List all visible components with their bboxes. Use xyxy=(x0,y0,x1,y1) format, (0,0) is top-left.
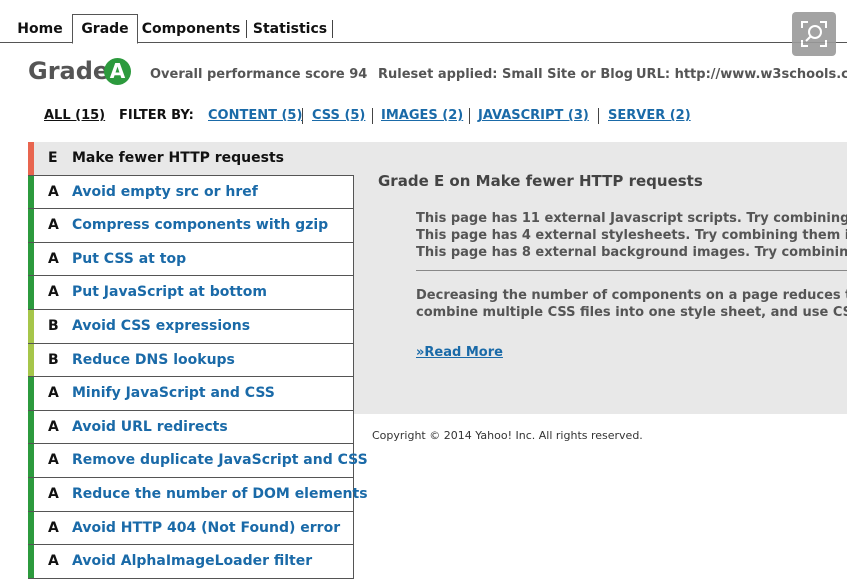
read-more-link[interactable]: »Read More xyxy=(416,345,503,360)
rule-row[interactable]: A Avoid HTTP 404 (Not Found) error xyxy=(28,511,354,546)
filter-images[interactable]: IMAGES (2) xyxy=(381,108,463,123)
tab-statistics[interactable]: Statistics xyxy=(250,15,330,43)
rule-row[interactable]: A Avoid URL redirects xyxy=(28,410,354,445)
rule-grade: B xyxy=(48,351,59,368)
rule-title[interactable]: Put CSS at top xyxy=(72,251,186,267)
rule-title[interactable]: Reduce DNS lookups xyxy=(72,352,235,368)
filter-by-label: FILTER BY: xyxy=(119,108,194,123)
tab-separator xyxy=(332,20,333,38)
rule-title[interactable]: Put JavaScript at bottom xyxy=(72,284,267,300)
filter-content[interactable]: CONTENT (5) xyxy=(208,108,302,123)
tab-components[interactable]: Components xyxy=(139,15,243,43)
grade-heading: Grade xyxy=(28,57,110,85)
grade-indicator-bar xyxy=(28,343,34,377)
rule-title[interactable]: Avoid empty src or href xyxy=(72,184,258,200)
rule-grade: A xyxy=(48,217,59,234)
grade-indicator-bar xyxy=(28,444,34,477)
grade-indicator-bar xyxy=(28,545,34,578)
rule-title[interactable]: Avoid HTTP 404 (Not Found) error xyxy=(72,520,340,536)
rule-grade: A xyxy=(48,250,59,267)
overall-score: Overall performance score 94 xyxy=(150,67,368,82)
rule-detail-title: Grade E on Make fewer HTTP requests xyxy=(378,172,703,190)
detail-line: This page has 11 external Javascript scr… xyxy=(416,211,847,226)
detail-description: Decreasing the number of components on a… xyxy=(416,288,847,303)
rule-row[interactable]: A Remove duplicate JavaScript and CSS xyxy=(28,444,368,478)
rule-row[interactable]: A Avoid AlphaImageLoader filter xyxy=(28,545,354,579)
grade-indicator-bar xyxy=(28,377,34,410)
rule-row[interactable]: B Reduce DNS lookups xyxy=(28,343,354,378)
tab-home[interactable]: Home xyxy=(10,15,70,43)
detail-divider xyxy=(416,270,847,271)
rule-row[interactable]: A Put JavaScript at bottom xyxy=(28,276,354,310)
rule-grade: A xyxy=(48,452,59,469)
grade-indicator-bar xyxy=(28,477,34,511)
rule-title[interactable]: Avoid CSS expressions xyxy=(72,318,250,334)
grade-indicator-bar xyxy=(28,410,34,444)
rule-title[interactable]: Avoid URL redirects xyxy=(72,419,228,435)
grade-indicator-bar xyxy=(28,309,34,343)
ruleset-applied: Ruleset applied: Small Site or Blog xyxy=(378,67,633,82)
rule-row[interactable]: B Avoid CSS expressions xyxy=(28,309,354,344)
filter-separator xyxy=(469,108,470,124)
filter-separator xyxy=(598,108,599,124)
filter-separator xyxy=(372,108,373,124)
zoom-icon[interactable] xyxy=(792,12,836,56)
rule-grade: B xyxy=(48,317,59,334)
page-url: URL: http://www.w3schools.com xyxy=(636,67,847,82)
copyright-text: Copyright © 2014 Yahoo! Inc. All rights … xyxy=(372,429,643,442)
rule-grade: A xyxy=(48,385,59,402)
rule-grade: A xyxy=(48,284,59,301)
rule-detail-panel: Grade E on Make fewer HTTP requests This… xyxy=(354,142,847,414)
rule-grade: A xyxy=(48,418,59,435)
detail-description: combine multiple CSS files into one styl… xyxy=(416,305,847,320)
grade-indicator-bar xyxy=(28,276,34,309)
rule-row[interactable]: A Compress components with gzip xyxy=(28,209,354,243)
rule-list: E Make fewer HTTP requests A Avoid empty sr… xyxy=(28,142,368,579)
rule-title[interactable]: Compress components with gzip xyxy=(72,217,328,233)
rule-grade: E xyxy=(48,150,58,166)
rule-grade: A xyxy=(48,519,59,536)
filter-all-label[interactable]: ALL (15) xyxy=(44,108,105,123)
rule-title[interactable]: Remove duplicate JavaScript and CSS xyxy=(72,452,368,468)
grade-indicator-bar xyxy=(28,142,34,175)
rule-row[interactable]: A Reduce the number of DOM elements xyxy=(28,477,368,512)
rule-title[interactable]: Avoid AlphaImageLoader filter xyxy=(72,553,312,569)
rule-row[interactable]: A Put CSS at top xyxy=(28,242,354,277)
grade-indicator-bar xyxy=(28,511,34,545)
detail-line: This page has 4 external stylesheets. Tr… xyxy=(416,228,847,243)
filter-separator xyxy=(302,108,303,124)
grade-indicator-bar xyxy=(28,175,34,209)
rule-title[interactable]: Minify JavaScript and CSS xyxy=(72,385,275,401)
rule-title[interactable]: Reduce the number of DOM elements xyxy=(72,486,368,502)
rule-grade: A xyxy=(48,553,59,570)
filter-css[interactable]: CSS (5) xyxy=(312,108,365,123)
rule-grade: A xyxy=(48,183,59,200)
rule-row[interactable]: A Avoid empty src or href xyxy=(28,175,354,210)
tab-grade[interactable]: Grade xyxy=(72,14,138,44)
grade-indicator-bar xyxy=(28,242,34,276)
filter-javascript[interactable]: JAVASCRIPT (3) xyxy=(478,108,589,123)
filter-all[interactable]: ALL (15) xyxy=(44,108,105,123)
grade-badge: A xyxy=(104,58,131,85)
detail-line: This page has 8 external background imag… xyxy=(416,245,847,260)
rule-row[interactable]: E Make fewer HTTP requests xyxy=(28,142,354,176)
grade-indicator-bar xyxy=(28,209,34,242)
rule-row[interactable]: A Minify JavaScript and CSS xyxy=(28,377,354,411)
filter-server[interactable]: SERVER (2) xyxy=(608,108,691,123)
rule-title[interactable]: Make fewer HTTP requests xyxy=(72,150,284,166)
tab-separator xyxy=(246,20,247,38)
tab-bar: Home Grade Components Statistics xyxy=(0,0,847,44)
rule-grade: A xyxy=(48,485,59,502)
